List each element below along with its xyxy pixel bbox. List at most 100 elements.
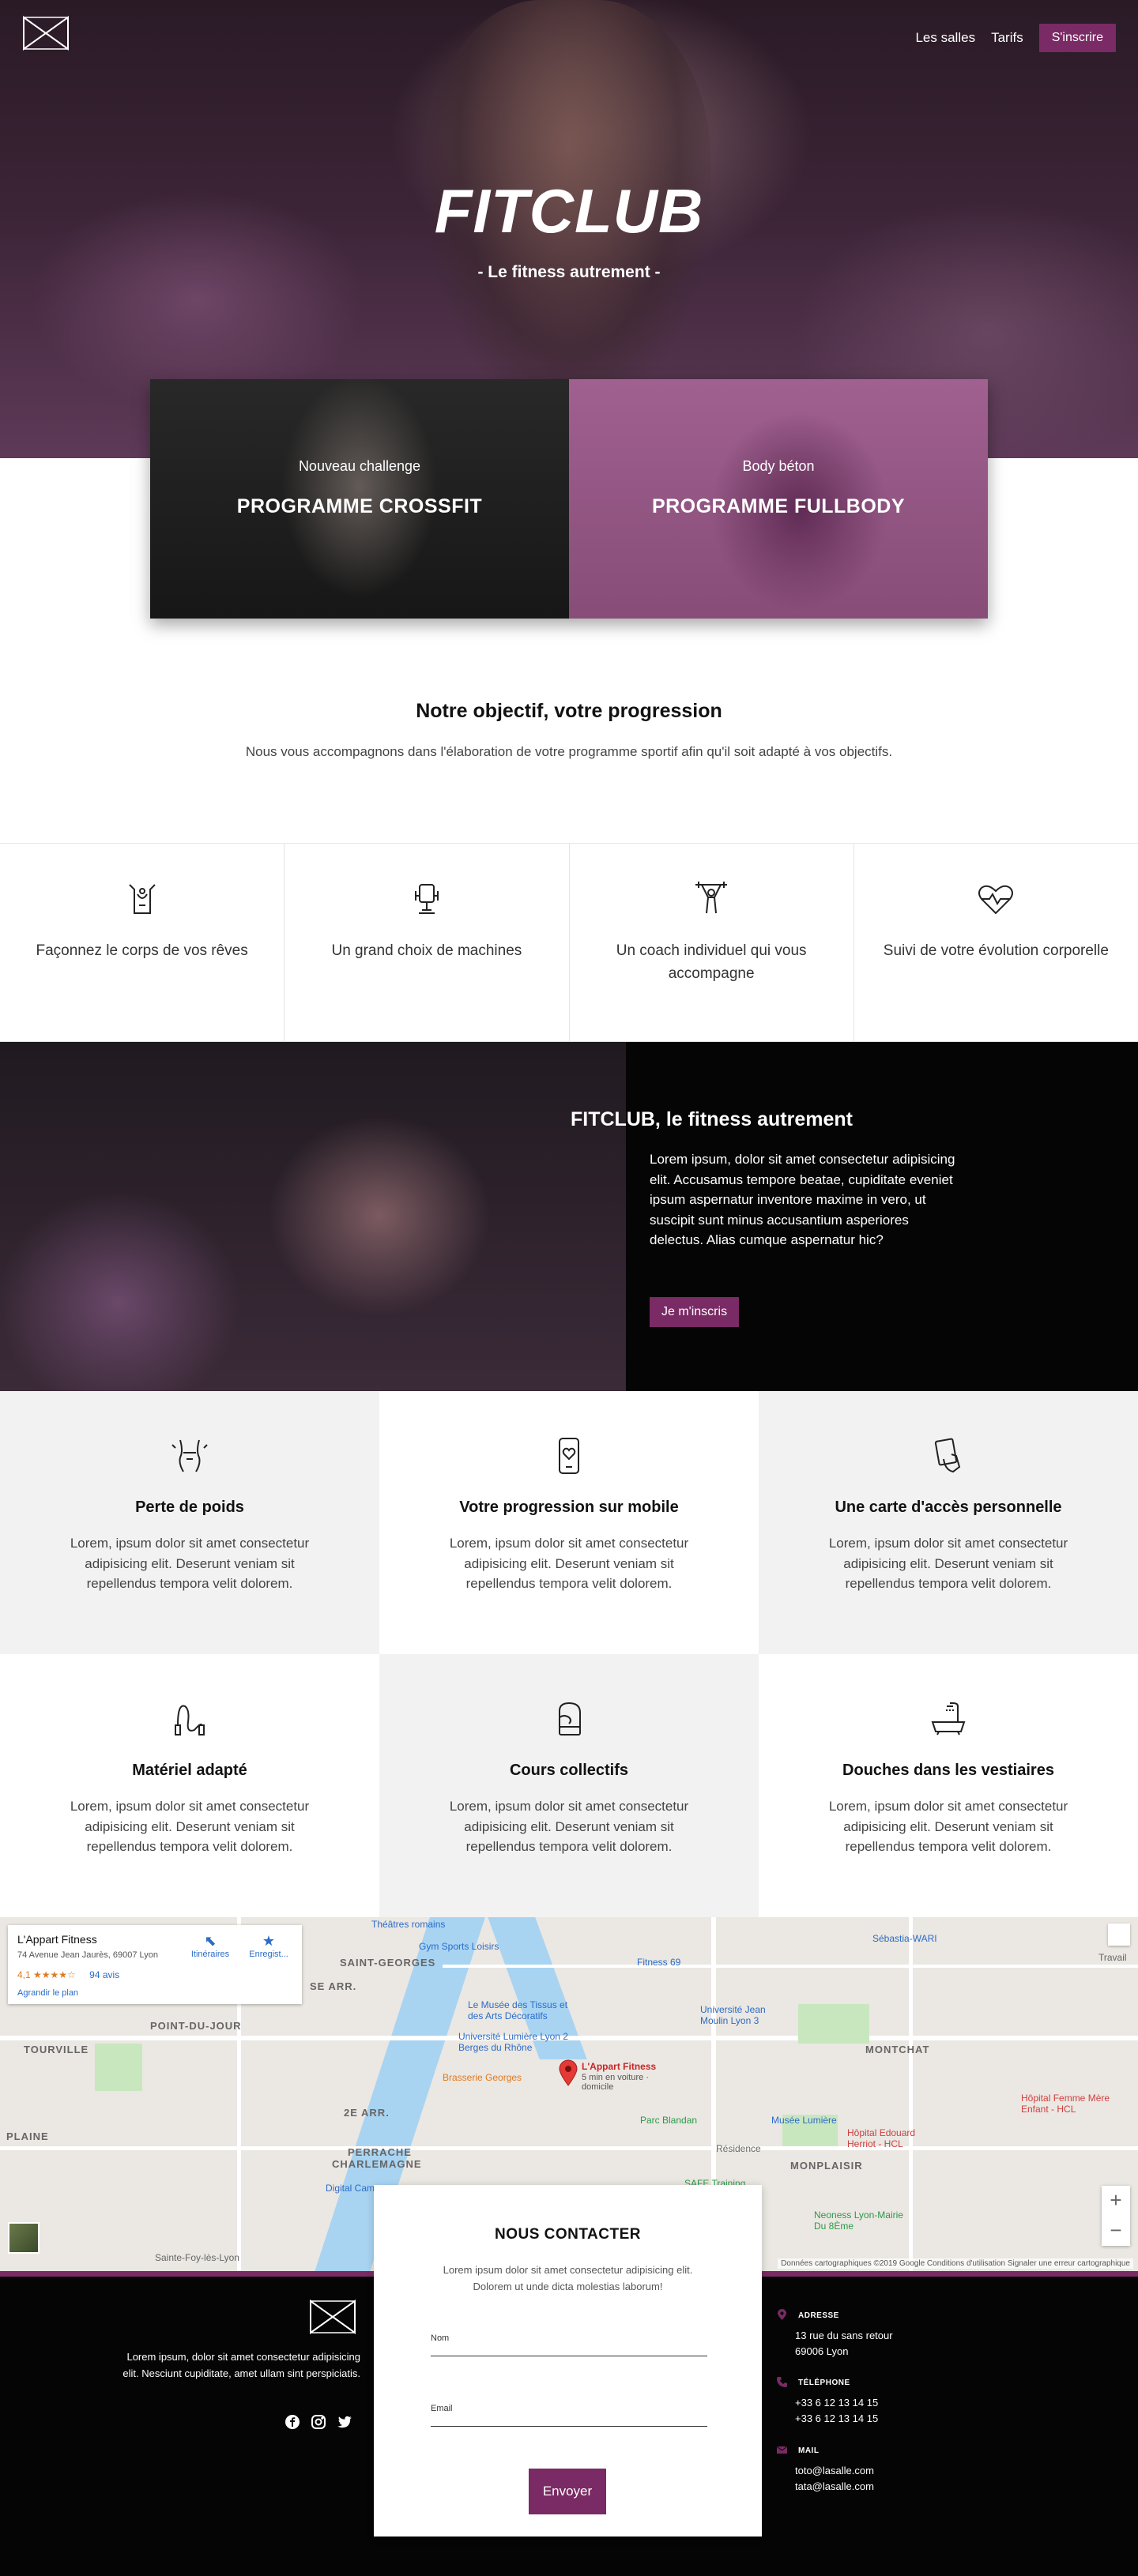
footer-phone-line[interactable]: +33 6 12 13 14 15 <box>795 2411 950 2427</box>
hero-title: FITCLUB <box>434 176 704 246</box>
footer-logo-icon[interactable] <box>308 2298 357 2336</box>
feature-text: Un grand choix de machines <box>331 942 522 959</box>
satellite-toggle[interactable] <box>8 2222 40 2254</box>
program-kicker: Body béton <box>742 458 815 474</box>
nav-link-tarifs[interactable]: Tarifs <box>991 30 1023 46</box>
phone-icon <box>777 2377 787 2387</box>
features-row: Façonnez le corps de vos rêves Un grand … <box>0 843 1138 1042</box>
footer-mail-lines: toto@lasalle.com tata@lasalle.com <box>776 2463 950 2495</box>
pegman-icon[interactable] <box>1108 1924 1130 1946</box>
objective-title: Notre objectif, votre progression <box>416 700 722 722</box>
twitter-icon[interactable] <box>337 2414 352 2430</box>
footer-address-lines: 13 rue du sans retour 69006 Lyon <box>776 2328 950 2360</box>
program-card-crossfit[interactable]: Nouveau challenge PROGRAMME CROSSFIT <box>150 379 569 619</box>
map-reviews-link[interactable]: 94 avis <box>89 1969 119 1980</box>
service-text: Lorem, ipsum dolor sit amet consectetur … <box>70 1536 310 1591</box>
name-field: Nom <box>431 2330 707 2356</box>
map-road <box>0 2146 1138 2150</box>
map-poi[interactable]: Le Musée des Tissus et des Arts Décorati… <box>468 1999 578 2021</box>
heartbeat-icon <box>978 885 1014 915</box>
boxing-glove-icon <box>559 1702 581 1736</box>
register-button[interactable]: Je m'inscris <box>650 1297 740 1327</box>
map-credit[interactable]: Données cartographiques ©2019 Google Con… <box>778 2258 1133 2269</box>
footer-address-line: 13 rue du sans retour <box>795 2330 893 2341</box>
services-grid: Perte de poids Lorem, ipsum dolor sit am… <box>0 1391 1138 1917</box>
map-pin-subtitle: 5 min en voiture · domicile <box>582 2073 649 2092</box>
map-district-label: SE ARR. <box>310 1980 357 1992</box>
feature-item: Suivi de votre évolution corporelle <box>854 844 1138 1041</box>
map-pin-icon[interactable] <box>558 2059 578 2086</box>
map-poi[interactable]: Sainte-Foy-lès-Lyon <box>155 2252 239 2263</box>
name-input[interactable] <box>431 2345 707 2356</box>
service-title: Douches dans les vestiaires <box>842 1762 1054 1779</box>
logo-icon[interactable] <box>22 14 70 52</box>
feature-item: Un grand choix de machines <box>284 844 570 1041</box>
coach-icon <box>695 882 728 914</box>
map-district-label: PERRACHE <box>348 2146 412 2158</box>
map-road <box>909 1917 913 2277</box>
footer-mail-line[interactable]: tata@lasalle.com <box>795 2479 950 2495</box>
map-enlarge-link[interactable]: Agrandir le plan <box>17 1988 78 1998</box>
map-zoom-control: + − <box>1102 2186 1130 2246</box>
social-links <box>284 2414 352 2430</box>
service-text: Lorem, ipsum dolor sit amet consectetur … <box>70 1799 310 1854</box>
map-poi[interactable]: Université Jean Moulin Lyon 3 <box>700 2004 787 2026</box>
footer-mail-title: MAIL <box>798 2446 820 2455</box>
contact-text: Lorem ipsum dolor sit amet consectetur a… <box>443 2264 693 2292</box>
machine-icon <box>414 884 439 914</box>
map-poi[interactable]: Hôpital Edouard Herriot - HCL <box>847 2127 934 2149</box>
footer-phone-line[interactable]: +33 6 12 13 14 15 <box>795 2395 950 2411</box>
map-district-label: SAINT-GEORGES <box>340 1957 436 1969</box>
instagram-icon[interactable] <box>311 2414 326 2430</box>
map-poi[interactable]: Brasserie Georges <box>443 2072 522 2083</box>
map-pin-label: L'Appart Fitness <box>582 2061 657 2072</box>
map-park <box>798 2004 869 2044</box>
map-poi[interactable]: Sébastia-WARI <box>872 1933 937 1944</box>
map-poi[interactable]: Neoness Lyon-Mairie Du 8Ème <box>814 2209 909 2232</box>
service-card: Une carte d'accès personnelle Lorem, ips… <box>759 1391 1138 1654</box>
facebook-icon[interactable] <box>284 2414 300 2430</box>
map-poi[interactable]: Université Lumière Lyon 2 Berges du Rhôn… <box>458 2031 577 2053</box>
map-place-address: 74 Avenue Jean Jaurès, 69007 Lyon <box>17 1950 158 1960</box>
map-poi[interactable]: Résidence <box>716 2143 761 2154</box>
nav-link-salles[interactable]: Les salles <box>915 30 975 46</box>
main-nav: Les salles Tarifs S'inscrire <box>915 24 1116 52</box>
program-kicker: Nouveau challenge <box>298 458 421 474</box>
email-input[interactable] <box>431 2415 707 2426</box>
map-directions-button[interactable]: ⬉ Itinéraires <box>187 1933 234 1959</box>
send-button[interactable]: Envoyer <box>529 2469 606 2514</box>
promo-section: FITCLUB, le fitness autrement Lorem ipsu… <box>0 1042 1138 1391</box>
promo-title: FITCLUB, le fitness autrement <box>571 1108 853 1130</box>
map-park <box>95 2044 142 2091</box>
service-card: Matériel adapté Lorem, ipsum dolor sit a… <box>0 1654 379 1917</box>
map-save-button[interactable]: ★ Enregist... <box>245 1933 292 1959</box>
map-poi[interactable]: Gym Sports Loisirs <box>419 1941 499 1952</box>
footer-address-line: 69006 Lyon <box>795 2345 849 2358</box>
map-stars: ★★★★☆ <box>33 1969 76 1980</box>
name-label: Nom <box>431 2333 450 2343</box>
zoom-in-button[interactable]: + <box>1102 2186 1130 2216</box>
signup-button[interactable]: S'inscrire <box>1038 24 1116 52</box>
footer-mail-line[interactable]: toto@lasalle.com <box>795 2463 950 2479</box>
map-poi[interactable]: Fitness 69 <box>637 1957 680 1968</box>
contact-title: NOUS CONTACTER <box>494 2226 642 2243</box>
footer-phone-block: TÉLÉPHONE +33 6 12 13 14 15 +33 6 12 13 … <box>776 2377 950 2427</box>
map-poi[interactable]: Musée Lumière <box>771 2115 837 2126</box>
map-poi[interactable]: Travail <box>1098 1952 1127 1963</box>
body-shape-icon <box>128 884 156 914</box>
zoom-out-button[interactable]: − <box>1102 2216 1130 2246</box>
directions-icon: ⬉ <box>204 1933 217 1949</box>
footer-about: Lorem ipsum, dolor sit amet consectetur … <box>122 2351 360 2379</box>
program-card-fullbody[interactable]: Body béton PROGRAMME FULLBODY <box>569 379 988 619</box>
program-title: PROGRAMME CROSSFIT <box>236 495 483 517</box>
map-poi[interactable]: Hôpital Femme Mère Enfant - HCL <box>1021 2093 1116 2115</box>
map-rating: 4,1 <box>17 1969 31 1980</box>
footer-phone-heading: TÉLÉPHONE <box>776 2377 950 2387</box>
footer-address-block: ADRESSE 13 rue du sans retour 69006 Lyon <box>776 2309 950 2360</box>
map-poi[interactable]: Parc Blandan <box>640 2115 697 2126</box>
program-title: PROGRAMME FULLBODY <box>651 495 906 517</box>
map-place-name: L'Appart Fitness <box>17 1933 97 1946</box>
map-poi[interactable]: Théâtres romains <box>371 1919 445 1930</box>
service-card: Perte de poids Lorem, ipsum dolor sit am… <box>0 1391 379 1654</box>
service-card: Cours collectifs Lorem, ipsum dolor sit … <box>379 1654 759 1917</box>
